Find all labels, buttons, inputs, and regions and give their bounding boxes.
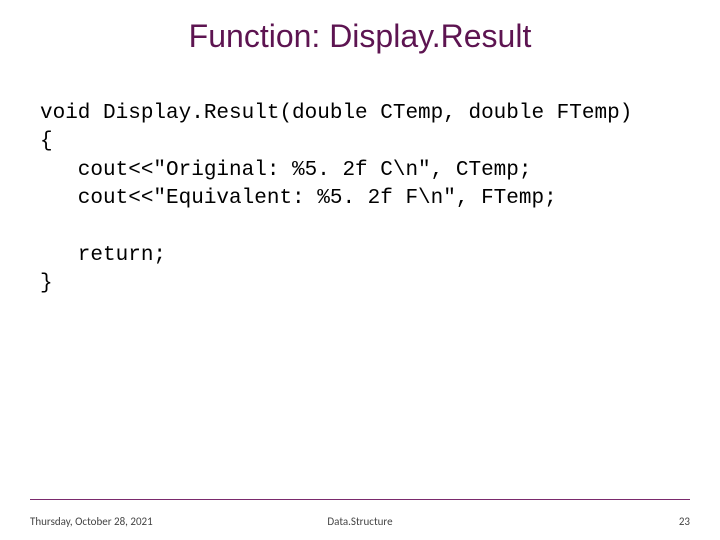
code-line: { xyxy=(40,130,53,153)
code-line: cout<<"Original: %5. 2f C\n", CTemp; xyxy=(40,159,531,182)
code-line: } xyxy=(40,272,53,295)
code-line: return; xyxy=(40,244,166,267)
footer-title: Data.Structure xyxy=(30,515,690,528)
page-number: 23 xyxy=(679,515,690,528)
footer-divider xyxy=(30,499,690,500)
code-block: void Display.Result(double CTemp, double… xyxy=(40,100,680,298)
slide-title: Function: Display.Result xyxy=(0,18,720,55)
slide: Function: Display.Result void Display.Re… xyxy=(0,0,720,540)
footer: Thursday, October 28, 2021 Data.Structur… xyxy=(30,508,690,528)
code-line: void Display.Result(double CTemp, double… xyxy=(40,102,632,125)
code-line: cout<<"Equivalent: %5. 2f F\n", FTemp; xyxy=(40,187,557,210)
